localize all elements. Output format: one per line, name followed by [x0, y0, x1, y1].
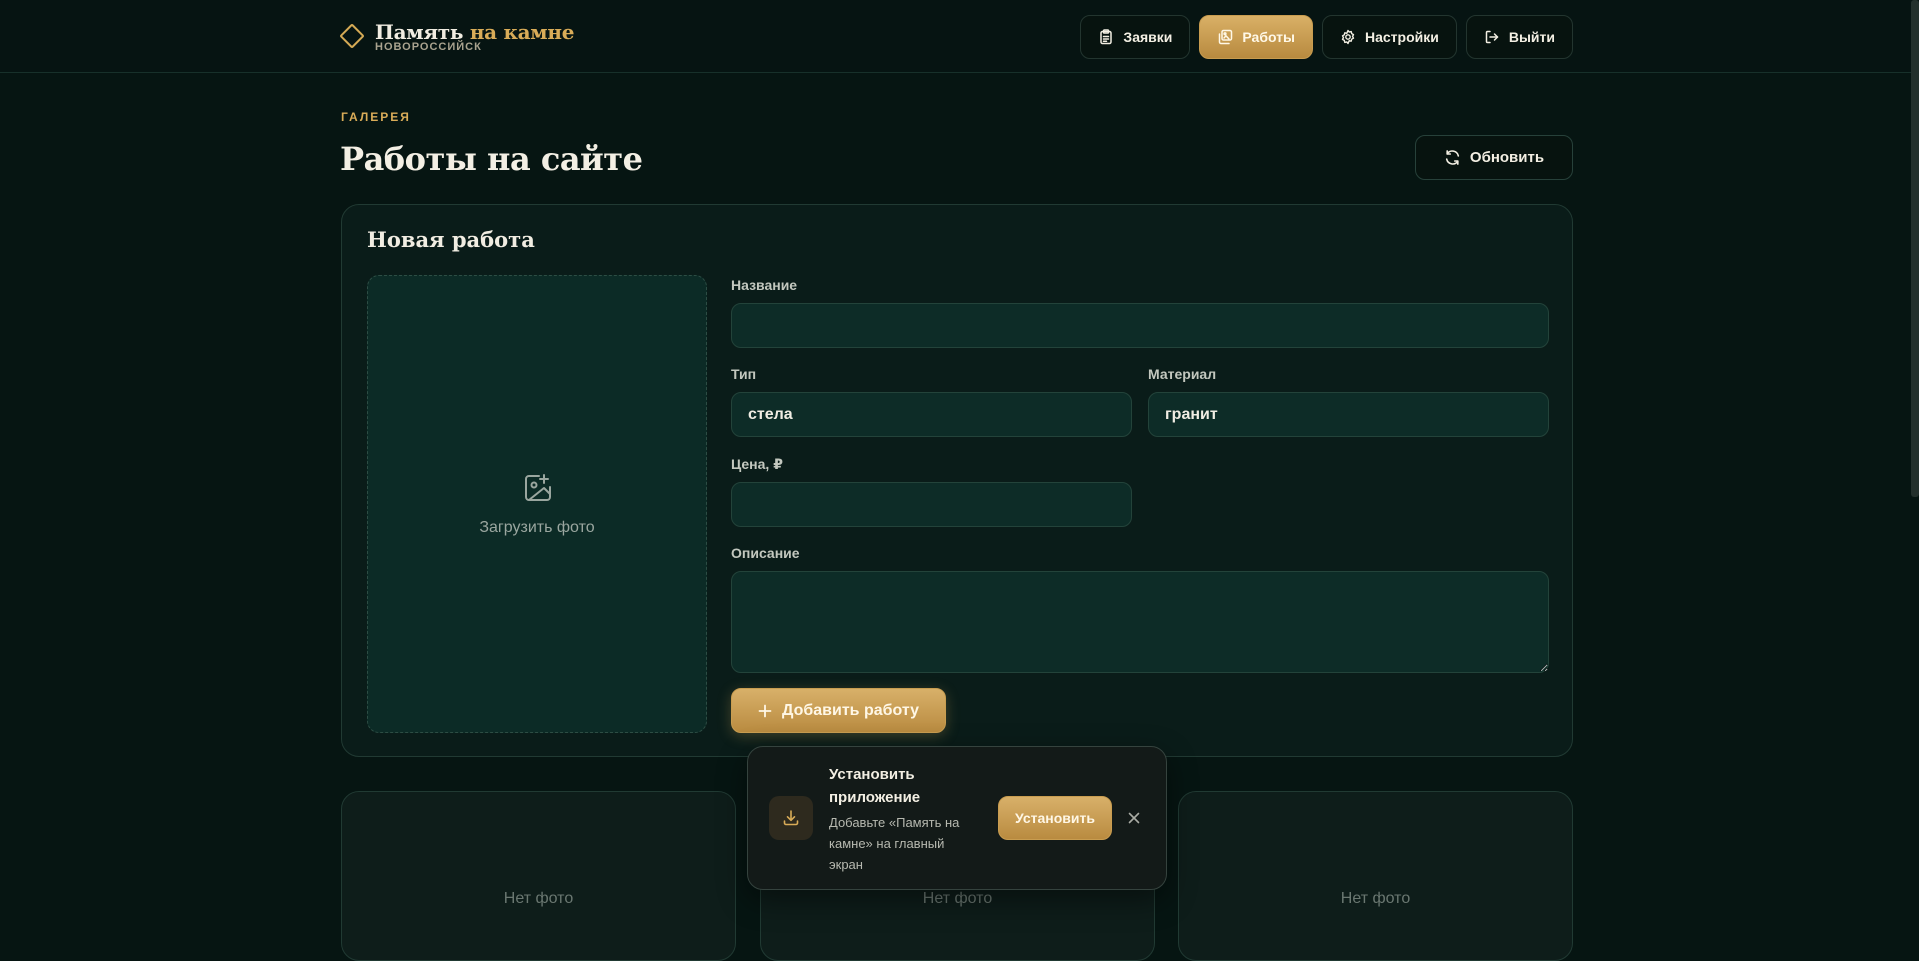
type-label: Тип	[731, 366, 757, 382]
name-input[interactable]	[731, 303, 1549, 348]
install-description: Добавьте «Память на камне» на главный эк…	[829, 815, 960, 872]
description-label: Описание	[731, 545, 800, 561]
price-label: Цена, ₽	[731, 456, 783, 472]
type-input[interactable]	[731, 392, 1132, 437]
material-label: Материал	[1148, 366, 1217, 382]
gear-icon	[1341, 29, 1355, 45]
nav-logout-label: Выйти	[1508, 29, 1555, 45]
main-nav: Заявки Работы Настройки Выйти	[1080, 15, 1573, 59]
page-title: Работы на сайте	[340, 140, 643, 178]
install-app-prompt: Установить приложение Добавьте «Память н…	[747, 746, 1167, 890]
section-eyebrow: ГАЛЕРЕЯ	[341, 110, 411, 124]
work-card[interactable]: Нет фото	[1178, 791, 1573, 961]
nav-orders-button[interactable]: Заявки	[1080, 15, 1191, 59]
plus-icon	[758, 704, 772, 717]
new-work-card: Новая работа Загрузить фото Название Тип…	[341, 204, 1573, 757]
add-work-button[interactable]: Добавить работу	[731, 688, 946, 733]
nav-works-label: Работы	[1242, 29, 1295, 45]
nav-logout-button[interactable]: Выйти	[1465, 15, 1573, 59]
nav-settings-label: Настройки	[1364, 29, 1439, 45]
refresh-button[interactable]: Обновить	[1415, 135, 1573, 180]
install-button[interactable]: Установить	[998, 796, 1112, 840]
no-photo-placeholder: Нет фото	[1340, 890, 1411, 907]
nav-settings-button[interactable]: Настройки	[1321, 15, 1457, 59]
add-work-label: Добавить работу	[782, 701, 919, 719]
download-icon	[769, 796, 813, 840]
close-icon[interactable]	[1124, 808, 1144, 828]
material-input[interactable]	[1148, 392, 1549, 437]
photo-upload-area[interactable]: Загрузить фото	[367, 275, 707, 733]
refresh-icon	[1445, 150, 1460, 165]
image-plus-icon	[525, 474, 551, 501]
brand-title-accent: на камне	[469, 20, 575, 44]
images-icon	[1219, 29, 1233, 45]
page-scrollbar[interactable]	[1911, 0, 1919, 497]
nav-orders-label: Заявки	[1123, 29, 1173, 45]
no-photo-placeholder: Нет фото	[922, 890, 993, 907]
brand-subtitle: НОВОРОССИЙСК	[375, 41, 482, 53]
upload-label: Загрузить фото	[479, 519, 595, 536]
logout-icon	[1485, 30, 1499, 44]
diamond-logo-icon	[339, 23, 365, 49]
install-title: Установить приложение	[829, 766, 921, 806]
new-work-title: Новая работа	[367, 227, 535, 252]
top-header: Память на камне НОВОРОССИЙСК Заявки Рабо…	[0, 0, 1919, 73]
description-textarea[interactable]	[731, 571, 1549, 673]
clipboard-icon	[1100, 29, 1113, 45]
refresh-label: Обновить	[1469, 149, 1545, 166]
name-label: Название	[731, 277, 798, 293]
no-photo-placeholder: Нет фото	[503, 890, 574, 907]
price-input[interactable]	[731, 482, 1132, 527]
nav-works-button[interactable]: Работы	[1199, 15, 1313, 59]
work-card[interactable]: Нет фото	[341, 791, 736, 961]
